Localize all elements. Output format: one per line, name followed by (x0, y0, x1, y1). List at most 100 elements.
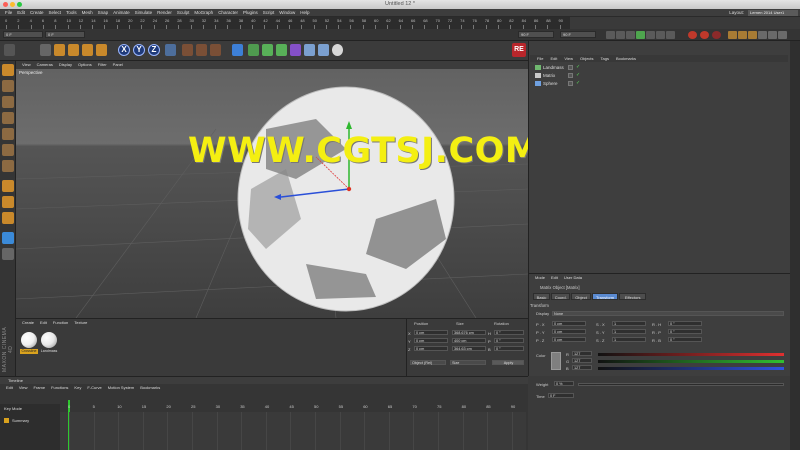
transform-field[interactable]: 0 cm (552, 321, 586, 326)
object-menu-objects[interactable]: Objects (580, 55, 594, 62)
menu-item-sculpt[interactable]: Sculpt (177, 9, 190, 17)
color-channel-slider[interactable] (598, 360, 784, 363)
object-menu-bookmarks[interactable]: Bookmarks (616, 55, 636, 62)
position-key-button[interactable] (728, 31, 737, 39)
material-menu-edit[interactable]: Edit (40, 319, 47, 326)
viewport-menu-display[interactable]: Display (59, 61, 72, 69)
subdivision-icon[interactable] (262, 44, 273, 56)
timeline-menu-view[interactable]: View (19, 384, 28, 391)
y-axis-lock-button[interactable]: Y (133, 44, 145, 56)
frame-ruler[interactable]: 0 2 4 6 8 10 12 14 16 18 20 22 24 26 28 30 32 34 36 38 40 42 4… (0, 17, 570, 29)
play-button[interactable] (636, 31, 645, 39)
end-frame-field[interactable]: 90 F (518, 31, 554, 38)
go-start-button[interactable] (606, 31, 615, 39)
material-menu-function[interactable]: Function (53, 319, 68, 326)
axis-mode-icon[interactable] (2, 196, 14, 208)
render-settings-icon[interactable] (210, 44, 221, 56)
time-field[interactable]: 0 F (548, 393, 574, 398)
next-frame-button[interactable] (646, 31, 655, 39)
weight-field[interactable]: 0 % (554, 381, 574, 386)
material-label[interactable]: Landmass (40, 349, 58, 354)
transform-field[interactable]: 1 (612, 337, 646, 342)
menu-item-create[interactable]: Create (30, 9, 44, 17)
transform-field[interactable]: 0 ° (668, 329, 702, 334)
viewport-menu-cameras[interactable]: Cameras (37, 61, 53, 69)
transform-field[interactable]: 1 (612, 321, 646, 326)
size-field[interactable]: 368.676 cm (452, 330, 486, 335)
attribute-menu-edit[interactable]: Edit (551, 274, 558, 281)
menu-item-help[interactable]: Help (300, 9, 309, 17)
tab-effectors[interactable]: Effectors (619, 293, 646, 300)
workplane-icon[interactable] (2, 232, 14, 244)
rotate-icon[interactable] (82, 44, 93, 56)
transform-field[interactable]: 0 cm (552, 337, 586, 342)
points-mode-icon[interactable] (2, 128, 14, 140)
color-channel-field[interactable]: 127 (572, 351, 592, 356)
timeline-menu-frame[interactable]: Frame (34, 384, 46, 391)
weight-slider[interactable] (578, 383, 784, 386)
color-channel-field[interactable]: 127 (572, 358, 592, 363)
timeline-menu-key[interactable]: Key (74, 384, 81, 391)
object-row[interactable]: Sphere ✓ (530, 80, 788, 87)
timeline-menu-motion-system[interactable]: Motion System (108, 384, 134, 391)
deformer-icon[interactable] (290, 44, 301, 56)
display-select[interactable]: None (552, 311, 784, 316)
rotation-field[interactable]: 0 ° (494, 338, 524, 343)
coordinate-system-icon[interactable] (165, 44, 176, 56)
move-icon[interactable] (54, 44, 65, 56)
menu-item-script[interactable]: Script (263, 9, 275, 17)
record-button[interactable] (688, 31, 697, 39)
material-menu-create[interactable]: Create (22, 319, 34, 326)
tab-basic[interactable]: Basic (533, 293, 550, 300)
transform-field[interactable]: 0 ° (668, 321, 702, 326)
object-name[interactable]: Landmass (543, 64, 564, 71)
tab-object[interactable]: Object (571, 293, 591, 300)
attribute-menu-user-data[interactable]: User Data (564, 274, 582, 281)
model-mode-icon[interactable] (2, 80, 14, 92)
select-cursor-icon[interactable] (40, 44, 51, 56)
color-swatch[interactable] (551, 352, 561, 370)
menu-item-character[interactable]: Character (218, 9, 238, 17)
transform-field[interactable]: 0 ° (668, 337, 702, 342)
size-field[interactable]: 400 cm (452, 338, 486, 343)
object-menu-edit[interactable]: Edit (550, 55, 557, 62)
recent-tool-icon[interactable] (96, 44, 107, 56)
right-tab-strip[interactable] (790, 41, 800, 450)
floor-icon[interactable] (304, 44, 315, 56)
timeline-menu-edit[interactable]: Edit (6, 384, 13, 391)
menu-item-render[interactable]: Render (157, 9, 172, 17)
menu-item-mograph[interactable]: MoGraph (194, 9, 213, 17)
object-pivot[interactable] (346, 186, 352, 192)
x-axis-lock-button[interactable]: X (118, 44, 130, 56)
menu-item-file[interactable]: File (5, 9, 12, 17)
undo-icon[interactable] (4, 44, 15, 56)
param-key-button[interactable] (758, 31, 767, 39)
polygons-mode-icon[interactable] (2, 160, 14, 172)
menu-item-tools[interactable]: Tools (66, 9, 77, 17)
menu-item-select[interactable]: Select (49, 9, 62, 17)
menu-item-edit[interactable]: Edit (17, 9, 25, 17)
object-row[interactable]: Landmass ✓ (530, 64, 788, 71)
go-end-button[interactable] (666, 31, 675, 39)
transform-field[interactable]: 1 (612, 329, 646, 334)
tweak-mode-icon[interactable] (2, 212, 14, 224)
z-axis-lock-button[interactable]: Z (148, 44, 160, 56)
material-label[interactable]: Crossline (20, 349, 38, 354)
color-channel-slider[interactable] (598, 367, 784, 370)
camera-icon[interactable] (318, 44, 329, 56)
menu-item-window[interactable]: Window (279, 9, 295, 17)
size-field[interactable]: 364.63 cm (452, 346, 486, 351)
render-view-icon[interactable] (182, 44, 193, 56)
object-menu-tags[interactable]: Tags (601, 55, 609, 62)
size-mode-select[interactable]: Size (450, 360, 486, 365)
menu-item-plugins[interactable]: Plugins (243, 9, 258, 17)
cube-icon[interactable] (232, 44, 243, 56)
autokey-button[interactable] (700, 31, 709, 39)
locked-workplane-icon[interactable] (2, 248, 14, 260)
material-swatch[interactable] (41, 332, 57, 348)
scale-key-button[interactable] (738, 31, 747, 39)
menu-item-mesh[interactable]: Mesh (82, 9, 93, 17)
timeline-menu-bookmarks[interactable]: Bookmarks (140, 384, 160, 391)
workplane-mode-icon[interactable] (2, 112, 14, 124)
visibility-toggle[interactable] (568, 65, 573, 70)
